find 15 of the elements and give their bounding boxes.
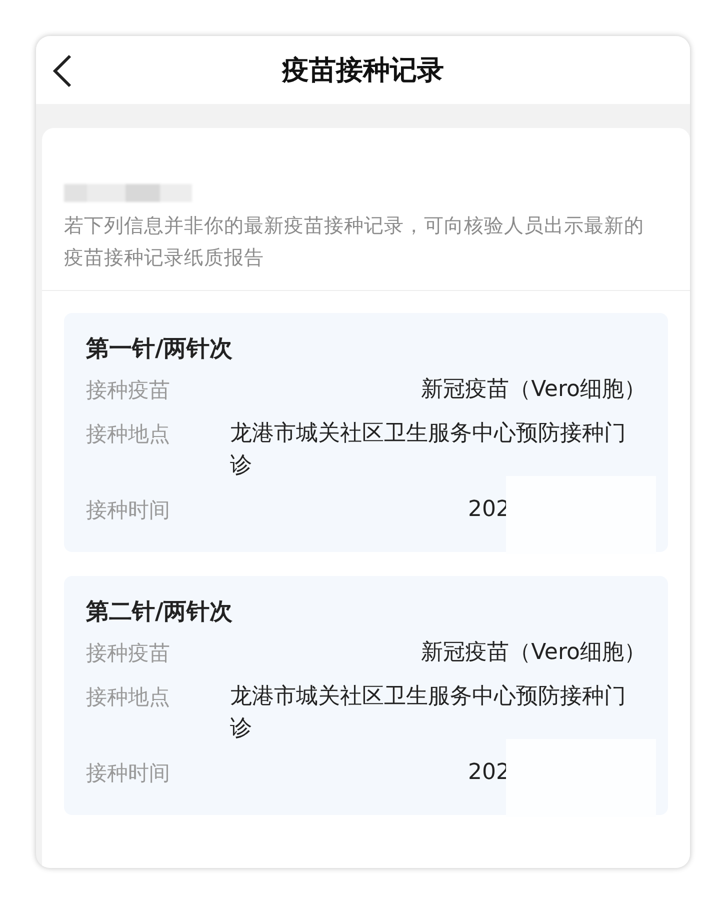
record-title: 第一针/两针次 — [86, 335, 234, 364]
field-label: 接种地点 — [86, 684, 171, 711]
field-label: 接种时间 — [86, 497, 171, 524]
field-value: 龙港市城关社区卫生服务中心预防接种门诊 — [230, 683, 627, 743]
page-title: 疫苗接种记录 — [282, 54, 444, 88]
field-label: 接种地点 — [86, 421, 171, 448]
field-value: 龙港市城关社区卫生服务中心预防接种门诊 — [230, 420, 627, 480]
record-title: 第二针/两针次 — [86, 598, 234, 627]
back-icon[interactable] — [52, 54, 72, 88]
field-label: 接种疫苗 — [86, 640, 171, 667]
field-value: 新冠疫苗（Vero细胞） — [421, 376, 646, 404]
notice-text: 若下列信息并非你的最新疫苗接种记录，可向核验人员出示最新的疫苗接种记录纸质报告 — [64, 213, 645, 271]
field-label: 接种疫苗 — [86, 377, 171, 404]
field-label: 接种时间 — [86, 760, 171, 787]
field-value: 新冠疫苗（Vero细胞） — [421, 639, 646, 667]
